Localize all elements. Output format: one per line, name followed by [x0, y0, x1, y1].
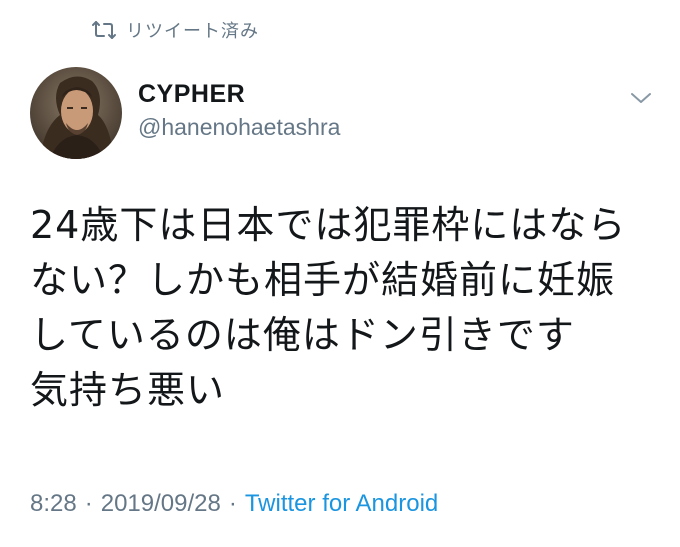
retweet-indicator: リツイート済み	[90, 16, 259, 44]
tweet-source-link[interactable]: Twitter for Android	[245, 490, 438, 518]
username[interactable]: @hanenohaetashra	[138, 114, 340, 141]
meta-separator: ·	[228, 490, 237, 517]
chevron-down-icon[interactable]	[628, 90, 654, 106]
tweet-metadata: 8:28 · 2019/09/28 · Twitter for Android	[30, 490, 438, 518]
tweet-date[interactable]: 2019/09/28	[101, 490, 221, 518]
tweet-text: 24歳下は日本では犯罪枠にはなら ない？しかも相手が結婚前に妊娠 しているのは俺…	[30, 203, 627, 412]
retweet-icon	[90, 20, 118, 40]
retweet-label: リツイート済み	[126, 21, 259, 42]
avatar[interactable]	[30, 67, 122, 159]
tweet-time[interactable]: 8:28	[30, 490, 77, 518]
meta-separator: ·	[84, 490, 93, 517]
display-name[interactable]: CYPHER	[138, 80, 245, 109]
